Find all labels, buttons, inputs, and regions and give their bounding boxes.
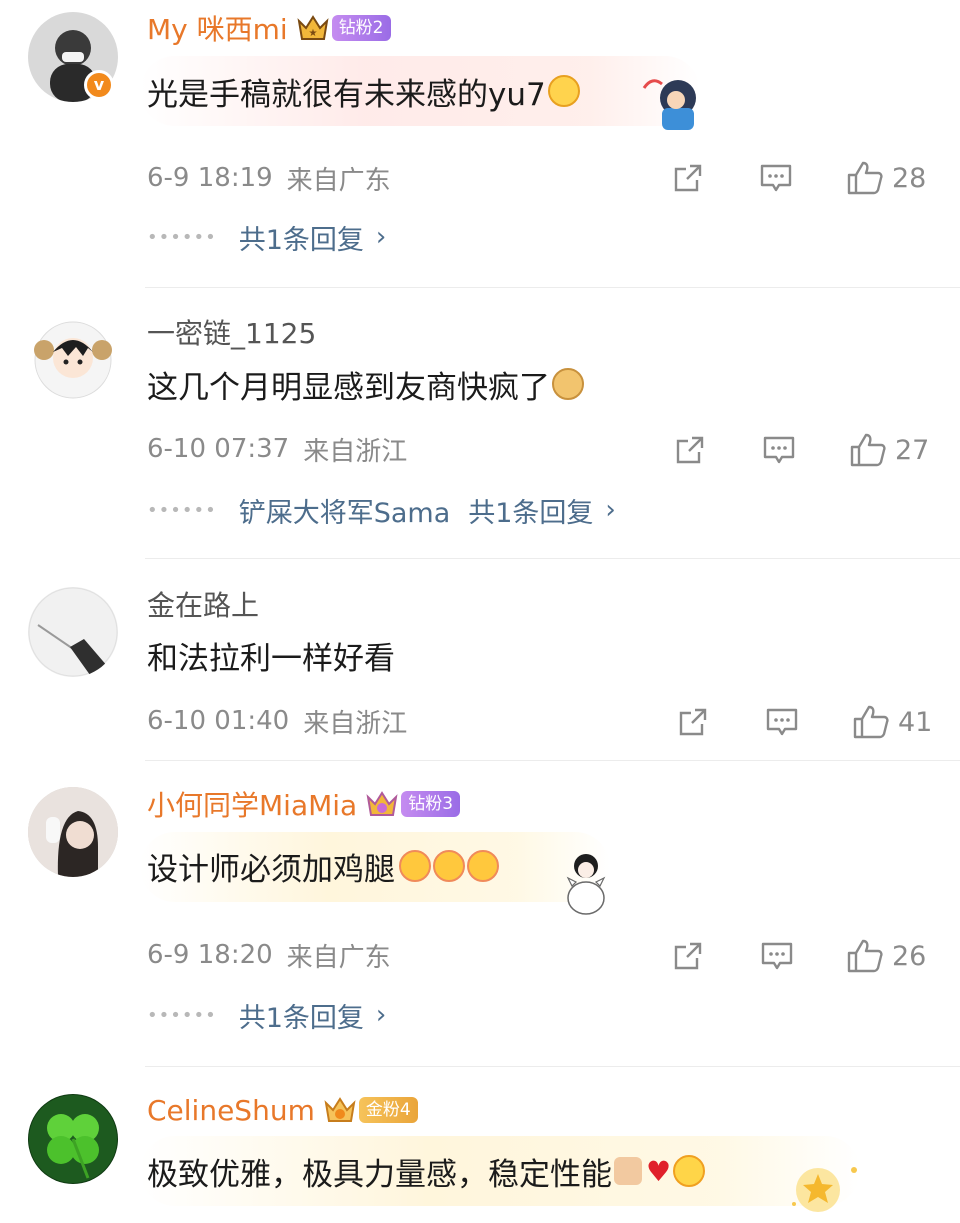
comment-time: 6-9 18:20 xyxy=(147,940,273,970)
comment-button[interactable] xyxy=(762,430,796,470)
repost-button[interactable] xyxy=(673,430,707,470)
comment-location: 来自广东 xyxy=(286,165,391,196)
username[interactable]: CelineShum xyxy=(147,1094,315,1127)
like-count: 27 xyxy=(895,434,930,466)
like-count: 26 xyxy=(892,940,927,972)
comment-button[interactable] xyxy=(765,702,799,742)
like-icon xyxy=(853,705,889,739)
comment-location: 来自广东 xyxy=(286,942,391,973)
sticker-icon xyxy=(642,79,696,130)
fan-badge: 金粉4 xyxy=(358,1097,418,1123)
repost-icon xyxy=(674,164,702,192)
reply-dots: •••••• xyxy=(147,499,217,521)
verified-badge-icon: v xyxy=(84,70,114,100)
reply-dots: •••••• xyxy=(147,1004,217,1026)
chevron-right-icon: › xyxy=(375,222,387,252)
reply-dots: •••••• xyxy=(147,226,217,248)
thumbs-up-emoji-icon xyxy=(614,1157,642,1185)
comment-button[interactable] xyxy=(759,158,793,198)
crown-icon: ★ xyxy=(297,15,329,40)
like-button[interactable]: 27 xyxy=(849,430,929,470)
heart-emoji-icon: ♥ xyxy=(646,1154,672,1188)
repost-button[interactable] xyxy=(671,158,705,198)
reply-count-link[interactable]: 共1条回复 xyxy=(468,491,593,530)
repost-button[interactable] xyxy=(676,702,710,742)
crown-icon xyxy=(324,1097,356,1122)
fan-badge: 钻粉3 xyxy=(401,791,461,817)
comment-text: 光是手稿就很有未来感的yu7 xyxy=(147,76,546,113)
divider xyxy=(145,287,960,288)
avatar[interactable] xyxy=(28,587,118,677)
comment-icon xyxy=(763,436,795,464)
username[interactable]: My 咪西mi xyxy=(147,8,288,48)
username[interactable]: 金在路上 xyxy=(147,584,259,624)
divider xyxy=(145,558,960,559)
like-button[interactable]: 41 xyxy=(852,702,932,742)
repost-icon xyxy=(674,942,702,970)
like-button[interactable]: 28 xyxy=(846,158,926,198)
comment-text: 设计师必须加鸡腿 xyxy=(147,851,395,888)
divider xyxy=(145,760,960,761)
like-count: 28 xyxy=(892,162,927,194)
reply-count-link[interactable]: 共1条回复 xyxy=(239,218,364,257)
divider xyxy=(145,1066,960,1067)
comment-time: 6-10 01:40 xyxy=(147,706,290,736)
like-button[interactable]: 26 xyxy=(846,936,926,976)
repost-button[interactable] xyxy=(671,936,705,976)
comment-icon xyxy=(761,942,793,970)
chick-emoji-icon xyxy=(467,850,499,882)
comment-text: 和法拉利一样好看 xyxy=(147,640,395,677)
grin-emoji-icon xyxy=(547,75,580,107)
avatar[interactable] xyxy=(28,314,118,404)
fan-badge: 钻粉2 xyxy=(331,15,391,41)
comment-time: 6-9 18:19 xyxy=(147,163,273,193)
sticker-icon xyxy=(566,854,606,915)
sticker-icon xyxy=(792,1167,857,1212)
avatar[interactable] xyxy=(28,787,118,877)
comment-icon xyxy=(760,164,792,192)
like-count: 41 xyxy=(898,706,933,738)
like-icon xyxy=(847,161,883,195)
reply-count-link[interactable]: 共1条回复 xyxy=(239,996,364,1035)
comment-location: 来自浙江 xyxy=(303,708,408,739)
comment-button[interactable] xyxy=(760,936,794,976)
crown-icon xyxy=(366,791,398,816)
svg-text:★: ★ xyxy=(308,28,317,39)
repost-icon xyxy=(676,436,704,464)
username[interactable]: 一密链_1125 xyxy=(147,312,316,352)
comment-time: 6-10 07:37 xyxy=(147,434,290,464)
chevron-right-icon: › xyxy=(375,1000,387,1030)
doge-emoji-icon xyxy=(552,368,584,400)
avatar[interactable] xyxy=(28,1094,118,1184)
repost-icon xyxy=(679,708,707,736)
reply-preview-user[interactable]: 铲屎大将军Sama xyxy=(239,491,451,530)
chevron-right-icon: › xyxy=(605,495,616,525)
username[interactable]: 小何同学MiaMia xyxy=(147,784,357,824)
sun-emoji-icon xyxy=(673,1155,706,1187)
chick-emoji-icon xyxy=(399,850,431,882)
comment-icon xyxy=(766,708,798,736)
like-icon xyxy=(850,433,886,467)
chick-emoji-icon xyxy=(433,850,465,882)
comment-text: 极致优雅，极具力量感，稳定性能 xyxy=(147,1156,612,1193)
comment-text: 这几个月明显感到友商快疯了 xyxy=(147,369,550,406)
comment-location: 来自浙江 xyxy=(303,436,408,467)
like-icon xyxy=(847,939,883,973)
